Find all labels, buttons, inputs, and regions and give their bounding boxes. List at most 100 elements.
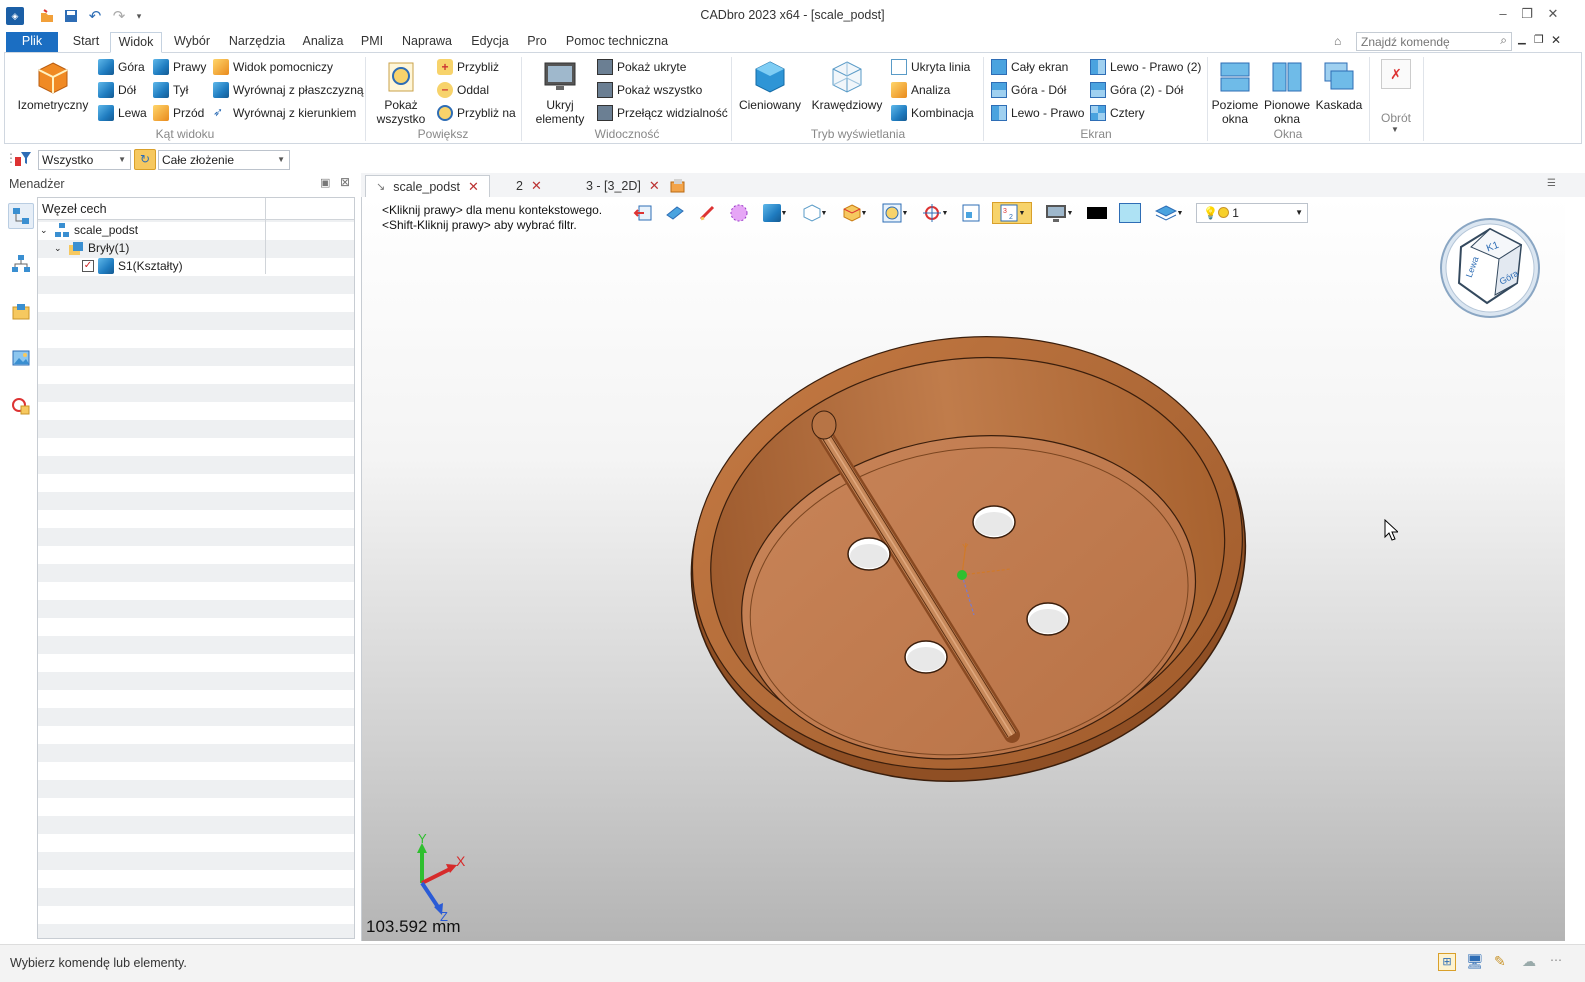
analysis-mode-button[interactable]: Analiza bbox=[891, 81, 950, 99]
filter-icon[interactable] bbox=[14, 150, 32, 168]
aux-view-button[interactable]: Widok pomocniczy bbox=[213, 58, 333, 76]
view-left-button[interactable]: Lewa bbox=[98, 104, 147, 122]
tree-node-solid[interactable]: ✓ S1(Kształty) bbox=[82, 257, 352, 275]
doc-tab-2[interactable]: 2 ✕ bbox=[506, 175, 552, 197]
3d-viewport[interactable]: <Kliknij prawy> dla menu kontekstowego. … bbox=[361, 197, 1565, 941]
measure-icon[interactable] bbox=[696, 202, 718, 224]
tab-list-icon[interactable]: ☰ bbox=[1547, 178, 1556, 189]
collapse-icon[interactable]: ⌄ bbox=[54, 243, 64, 254]
close-panel-icon[interactable]: ⊠ bbox=[340, 175, 350, 189]
cloud-icon[interactable]: ☁ bbox=[1522, 953, 1536, 970]
layout-toggle-dropdown[interactable]: 3 2 ▼ bbox=[992, 202, 1032, 224]
background-black-swatch[interactable] bbox=[1086, 202, 1108, 224]
collapse-ribbon-icon[interactable]: ⌂ bbox=[1334, 34, 1341, 48]
doc-close-icon[interactable]: ✕ bbox=[1551, 33, 1561, 47]
view-bottom-button[interactable]: Dół bbox=[98, 81, 136, 99]
rotate-tool-icon[interactable]: ✗ bbox=[1381, 59, 1411, 89]
pencil-icon[interactable]: ✎ bbox=[1494, 953, 1506, 970]
search-icon[interactable]: ⌕ bbox=[1500, 33, 1507, 48]
navigation-cube[interactable]: K1 Góra Lewa bbox=[1439, 217, 1541, 319]
options-icon[interactable]: ⋯ bbox=[1550, 953, 1562, 967]
command-search-input[interactable] bbox=[1357, 33, 1487, 50]
command-search-box[interactable]: ⌕ bbox=[1356, 32, 1512, 51]
tab-naprawa[interactable]: Naprawa bbox=[396, 32, 458, 52]
lasso-select-icon[interactable] bbox=[728, 202, 750, 224]
assembly-select[interactable]: Całe złożenie ▼ bbox=[158, 150, 290, 170]
tab-wybor[interactable]: Wybór bbox=[168, 32, 216, 52]
column-header-feature-node[interactable]: Węzeł cech bbox=[42, 202, 107, 216]
tab-narzedzia[interactable]: Narzędzia bbox=[224, 32, 290, 52]
isometric-button[interactable]: Izometryczny bbox=[13, 59, 93, 112]
view-top-button[interactable]: Góra bbox=[98, 58, 145, 76]
wireframe-mode-dropdown[interactable]: ▼ bbox=[800, 202, 830, 224]
align-plane-button[interactable]: Wyrównaj z płaszczyzną bbox=[213, 81, 364, 99]
tree-node-root[interactable]: ⌄ scale_podst bbox=[40, 221, 352, 239]
close-tab-icon[interactable]: ✕ bbox=[531, 175, 542, 197]
assembly-scope-icon[interactable]: ↻ bbox=[134, 149, 156, 170]
zoom-dropdown[interactable]: ▼ bbox=[880, 202, 910, 224]
history-icon[interactable] bbox=[8, 393, 34, 419]
display-icon[interactable]: 🖥 bbox=[1466, 953, 1484, 970]
new-tab-icon[interactable] bbox=[669, 177, 687, 193]
close-tab-icon[interactable]: ✕ bbox=[468, 176, 479, 198]
visibility-checkbox[interactable]: ✓ bbox=[82, 260, 94, 272]
tab-edycja[interactable]: Edycja bbox=[466, 32, 514, 52]
zoom-in-button[interactable]: + Przybliż bbox=[437, 58, 499, 76]
tab-pro[interactable]: Pro bbox=[522, 32, 552, 52]
shaded-mode-dropdown[interactable]: ▼ bbox=[760, 202, 790, 224]
collapse-icon[interactable]: ⌄ bbox=[40, 225, 50, 236]
doc-tab-scale-podst[interactable]: ↘ scale_podst ✕ bbox=[365, 175, 490, 197]
assembly-tree-icon[interactable] bbox=[8, 251, 34, 277]
feature-tree-icon[interactable] bbox=[8, 203, 34, 229]
tile-horizontal-button[interactable]: Poziome okna bbox=[1209, 59, 1261, 126]
combination-button[interactable]: Kombinacja bbox=[891, 104, 974, 122]
part-model[interactable]: Y bbox=[682, 315, 1252, 785]
align-direction-button[interactable]: ➶ Wyrównaj z kierunkiem bbox=[213, 104, 356, 122]
close-tab-icon[interactable]: ✕ bbox=[649, 175, 660, 197]
tab-widok[interactable]: Widok bbox=[110, 32, 162, 53]
view-right-button[interactable]: Prawy bbox=[153, 58, 206, 76]
snap-target-dropdown[interactable]: ▼ bbox=[920, 202, 950, 224]
toggle-visibility-button[interactable]: Przełącz widzialność bbox=[597, 104, 728, 122]
hidden-line-button[interactable]: Ukryta linia bbox=[891, 58, 970, 76]
minimize-button[interactable]: – bbox=[1490, 6, 1516, 26]
tab-pomoc[interactable]: Pomoc techniczna bbox=[560, 32, 674, 52]
image-gallery-icon[interactable] bbox=[8, 345, 34, 371]
tab-start[interactable]: Start bbox=[66, 32, 106, 52]
fit-frame-icon[interactable] bbox=[960, 202, 982, 224]
four-button[interactable]: Cztery bbox=[1090, 104, 1145, 122]
show-everything-button[interactable]: Pokaż wszystko bbox=[597, 81, 702, 99]
show-hidden-button[interactable]: Pokaż ukryte bbox=[597, 58, 686, 76]
view-front-button[interactable]: Przód bbox=[153, 104, 204, 122]
tab-analiza[interactable]: Analiza bbox=[298, 32, 348, 52]
full-screen-button[interactable]: Cały ekran bbox=[991, 58, 1068, 76]
doc-restore-icon[interactable]: ❐ bbox=[1534, 33, 1544, 46]
show-all-button[interactable]: Pokaż wszystko bbox=[371, 59, 431, 126]
standard-views-dropdown[interactable]: ▼ bbox=[840, 202, 870, 224]
shaded-button[interactable]: Cieniowany bbox=[737, 59, 803, 112]
column-divider[interactable] bbox=[265, 198, 266, 220]
doc-tab-3-2d[interactable]: 3 - [3_2D] ✕ bbox=[576, 175, 670, 197]
parts-library-icon[interactable] bbox=[8, 299, 34, 325]
tab-pmi[interactable]: PMI bbox=[356, 32, 388, 52]
rotate-dropdown-icon[interactable]: ▼ bbox=[1391, 125, 1399, 134]
light-select[interactable]: 💡 1 ▼ bbox=[1196, 203, 1308, 223]
left-right-button[interactable]: Lewo - Prawo bbox=[991, 104, 1084, 122]
doc-minimize-icon[interactable]: ▁ bbox=[1518, 34, 1526, 45]
previous-view-icon[interactable] bbox=[632, 202, 654, 224]
filter-select[interactable]: Wszystko ▼ bbox=[38, 150, 131, 170]
tile-vertical-button[interactable]: Pionowe okna bbox=[1261, 59, 1313, 126]
zoom-out-button[interactable]: – Oddal bbox=[437, 81, 489, 99]
hide-elements-button[interactable]: Ukryj elementy bbox=[527, 59, 593, 126]
section-view-icon[interactable] bbox=[664, 202, 686, 224]
top2-bottom-button[interactable]: Góra (2) - Dół bbox=[1090, 81, 1183, 99]
display-dropdown[interactable]: ▼ bbox=[1042, 202, 1076, 224]
layers-dropdown[interactable]: ▼ bbox=[1152, 202, 1186, 224]
pin-icon[interactable]: ▣ bbox=[320, 176, 330, 189]
layout-icon[interactable]: ⊞ bbox=[1438, 953, 1456, 971]
wireframe-button[interactable]: Krawędziowy bbox=[809, 59, 885, 112]
tree-node-bodies[interactable]: ⌄ Bryły(1) bbox=[54, 239, 352, 257]
view-back-button[interactable]: Tył bbox=[153, 81, 188, 99]
tab-plik[interactable]: Plik bbox=[6, 32, 58, 52]
background-light-swatch[interactable] bbox=[1118, 202, 1142, 224]
